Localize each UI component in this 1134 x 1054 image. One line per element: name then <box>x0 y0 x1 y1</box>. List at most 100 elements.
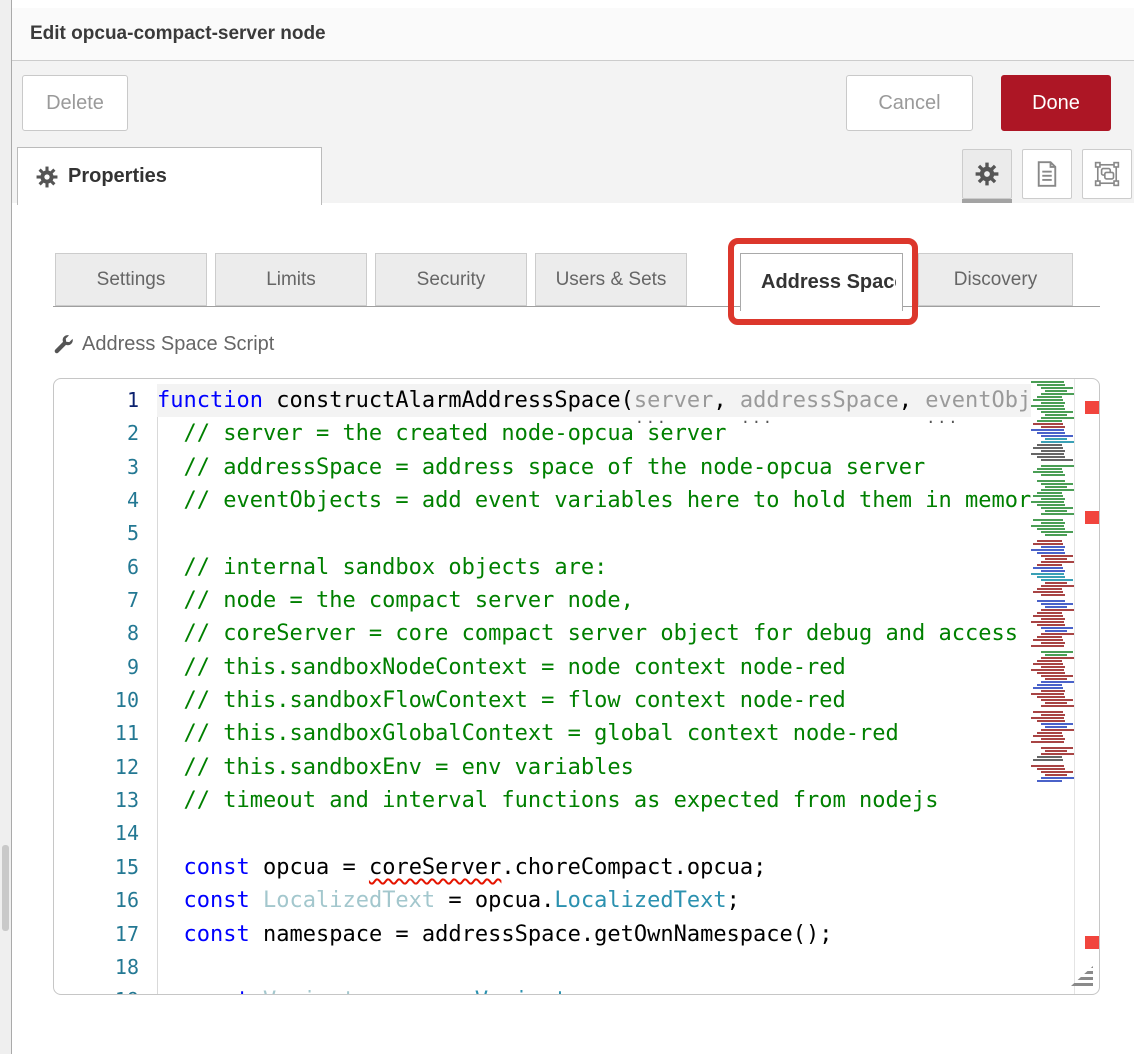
minimap-row <box>1045 726 1067 728</box>
node-tab-users-sets[interactable]: Users & Sets <box>535 253 687 306</box>
node-tab-limits[interactable]: Limits <box>215 253 367 306</box>
minimap-row <box>1037 696 1065 698</box>
minimap-row <box>1041 681 1074 683</box>
minimap-row <box>1037 636 1062 638</box>
editor-minimap[interactable] <box>1031 381 1074 994</box>
node-tab-discovery[interactable]: Discovery <box>918 253 1073 306</box>
minimap-row <box>1033 447 1063 449</box>
editor-code-area[interactable]: function constructAlarmAddressSpace(serv… <box>157 384 1031 995</box>
minimap-row <box>1041 498 1065 500</box>
node-tab-label: Limits <box>266 269 316 291</box>
minimap-row <box>1041 570 1065 572</box>
minimap-row <box>1031 501 1064 503</box>
minimap-row <box>1031 765 1064 767</box>
code-line: // this.sandboxFlowContext = flow contex… <box>157 684 1031 717</box>
minimap-row <box>1033 735 1063 737</box>
appearance-view-button[interactable] <box>1082 149 1132 199</box>
node-tab-settings[interactable]: Settings <box>55 253 207 306</box>
minimap-row <box>1045 486 1067 488</box>
minimap-row <box>1031 516 1074 518</box>
minimap-row <box>1033 591 1063 593</box>
minimap-row <box>1041 714 1065 716</box>
minimap-row <box>1037 756 1062 758</box>
minimap-row <box>1045 510 1067 512</box>
minimap-row <box>1041 474 1065 476</box>
cancel-button[interactable]: Cancel <box>846 75 973 131</box>
workspace-scrollbar-thumb[interactable] <box>2 845 9 931</box>
section-label: Address Space Script <box>52 333 274 356</box>
minimap-row <box>1037 600 1065 602</box>
minimap-row <box>1031 708 1074 710</box>
line-number: 3 <box>54 451 157 484</box>
minimap-row <box>1041 642 1065 644</box>
minimap-row <box>1045 678 1067 680</box>
document-icon <box>1035 161 1059 187</box>
minimap-row <box>1041 387 1073 389</box>
minimap-row <box>1045 438 1067 440</box>
node-tabs-border <box>53 306 1100 307</box>
minimap-row <box>1041 411 1073 413</box>
editor-gutter: 12345678910111213141516171819 <box>54 384 157 995</box>
minimap-row <box>1031 462 1074 464</box>
properties-view-button[interactable] <box>962 149 1012 199</box>
minimap-row <box>1037 456 1065 458</box>
tab-properties[interactable]: Properties <box>17 147 322 205</box>
minimap-row <box>1041 699 1073 701</box>
minimap-row <box>1037 432 1065 434</box>
minimap-row <box>1041 531 1073 533</box>
line-number: 15 <box>54 851 157 884</box>
error-marker <box>1085 511 1099 524</box>
error-marker <box>1085 936 1099 949</box>
code-line <box>157 817 1031 850</box>
tray-toolbar: Delete Cancel Done <box>12 61 1134 142</box>
line-number: 9 <box>54 651 157 684</box>
wrench-icon <box>52 334 74 356</box>
minimap-row <box>1041 657 1074 659</box>
minimap-row <box>1031 648 1074 650</box>
line-number: 19 <box>54 984 157 995</box>
description-view-button[interactable] <box>1022 149 1072 199</box>
minimap-row <box>1037 780 1062 782</box>
minimap-row <box>1041 675 1073 677</box>
minimap-row <box>1041 555 1073 557</box>
node-tab-security[interactable]: Security <box>375 253 527 306</box>
minimap-row <box>1037 504 1065 506</box>
minimap-row <box>1041 402 1065 404</box>
code-line: // node = the compact server node, <box>157 584 1031 617</box>
line-number: 14 <box>54 817 157 850</box>
node-tab-address-space[interactable]: Address Space <box>740 253 903 311</box>
minimap-row <box>1041 585 1074 587</box>
workspace-edge <box>0 0 12 1054</box>
minimap-row <box>1041 771 1073 773</box>
minimap-row <box>1033 711 1063 713</box>
code-editor[interactable]: 12345678910111213141516171819 function c… <box>53 378 1100 995</box>
minimap-row <box>1041 489 1074 491</box>
section-label-text: Address Space Script <box>82 333 274 356</box>
minimap-row <box>1033 567 1063 569</box>
node-config-tabs: Settings Limits SecurityUsers & Sets Addres… <box>12 203 1134 318</box>
node-red-edit-dialog: Edit opcua-compact-server node Delete Ca… <box>0 0 1134 1054</box>
minimap-row <box>1041 507 1073 509</box>
line-number: 5 <box>54 517 157 550</box>
minimap-row <box>1037 480 1065 482</box>
minimap-row <box>1041 609 1074 611</box>
delete-button[interactable]: Delete <box>22 75 128 131</box>
line-number: 17 <box>54 918 157 951</box>
minimap-row <box>1031 744 1074 746</box>
minimap-row <box>1041 579 1073 581</box>
active-view-underline <box>962 199 1012 203</box>
line-number: 11 <box>54 717 157 750</box>
minimap-row <box>1037 720 1065 722</box>
minimap-row <box>1031 669 1064 671</box>
line-number: 18 <box>54 951 157 984</box>
minimap-row <box>1031 717 1064 719</box>
minimap-row <box>1031 597 1074 599</box>
minimap-row <box>1041 603 1073 605</box>
done-button[interactable]: Done <box>1001 75 1111 131</box>
minimap-row <box>1041 450 1065 452</box>
minimap-row <box>1041 546 1065 548</box>
code-line: // this.sandboxNodeContext = node contex… <box>157 651 1031 684</box>
code-line: // internal sandbox objects are: <box>157 551 1031 584</box>
line-number: 10 <box>54 684 157 717</box>
code-line: // addressSpace = address space of the n… <box>157 451 1031 484</box>
